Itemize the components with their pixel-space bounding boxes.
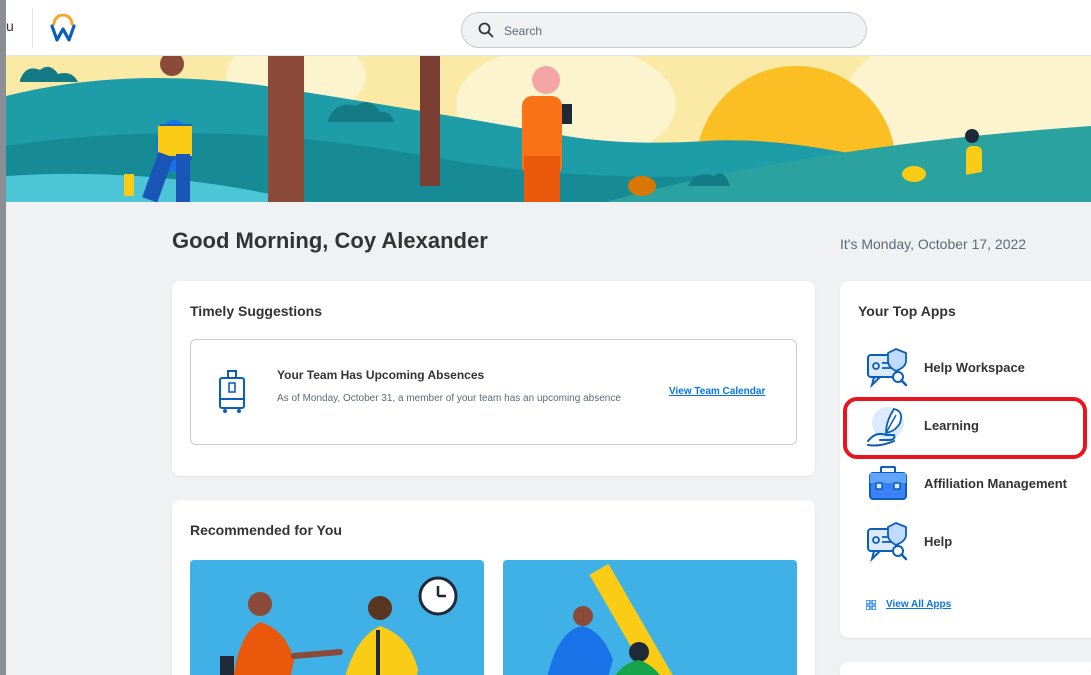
- learning-icon: [867, 407, 904, 447]
- banner-illustration: [6, 56, 1091, 202]
- app-label: Help Workspace: [924, 360, 1025, 375]
- page-greeting: Good Morning, Coy Alexander: [172, 228, 488, 253]
- recommended-item-image[interactable]: [190, 560, 484, 675]
- teamwork-illustration: [547, 563, 684, 675]
- workday-logo-icon[interactable]: [50, 14, 76, 42]
- timely-suggestions-card: Timely Suggestions Your Team Has Upcomin…: [172, 281, 815, 476]
- app-label: Affiliation Management: [924, 476, 1068, 491]
- help-workspace-icon: [867, 348, 908, 389]
- app-affiliation-management[interactable]: Affiliation Management: [866, 461, 1091, 507]
- recommended-card: Recommended for You: [172, 500, 815, 675]
- view-team-calendar-link[interactable]: View Team Calendar: [669, 386, 765, 397]
- view-all-apps-label: View All Apps: [886, 599, 952, 610]
- timely-suggestions-title: Timely Suggestions: [190, 303, 322, 319]
- help-icon: [867, 522, 908, 563]
- briefcase-icon: [869, 466, 907, 500]
- suggestion-title: Your Team Has Upcoming Absences: [277, 368, 485, 382]
- suggestion-description: As of Monday, October 31, a member of yo…: [277, 393, 621, 404]
- suggestion-item: Your Team Has Upcoming Absences As of Mo…: [190, 339, 797, 445]
- grid-icon: [866, 600, 876, 610]
- search-box[interactable]: [461, 12, 867, 48]
- topbar-divider: [32, 8, 33, 48]
- luggage-icon: [219, 370, 245, 413]
- menu-label-fragment[interactable]: u: [6, 18, 14, 34]
- meeting-illustration: [220, 576, 458, 675]
- app-label: Learning: [924, 418, 979, 433]
- current-date: It's Monday, October 17, 2022: [840, 236, 1027, 252]
- app-label: Help: [924, 534, 953, 549]
- app-help-workspace[interactable]: Help Workspace: [866, 345, 1091, 391]
- app-learning[interactable]: Learning: [866, 403, 1091, 449]
- top-bar: u: [6, 0, 1091, 56]
- next-card: [840, 662, 1091, 675]
- top-apps-title: Your Top Apps: [858, 303, 956, 319]
- hero-banner: [6, 56, 1091, 202]
- recommended-title: Recommended for You: [190, 522, 342, 538]
- app-help[interactable]: Help: [866, 519, 1091, 565]
- search-icon: [478, 22, 494, 38]
- top-apps-card: Your Top Apps Help Workspace Learning Af…: [840, 281, 1091, 638]
- recommended-item-image[interactable]: [503, 560, 797, 675]
- window-edge: [0, 0, 6, 675]
- search-input[interactable]: [504, 21, 844, 41]
